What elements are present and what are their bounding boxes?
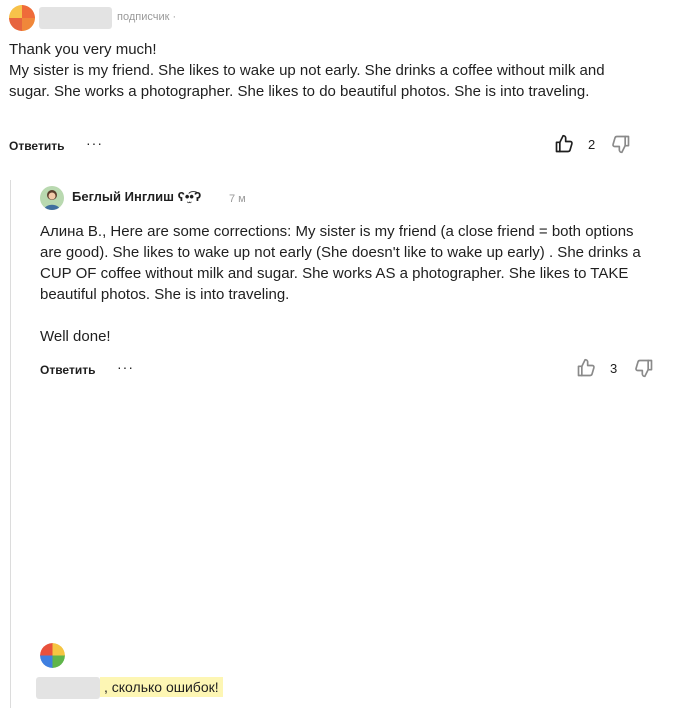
meta-separator: · xyxy=(172,11,177,23)
more-options-button[interactable]: ··· xyxy=(86,135,103,151)
author-role: подписчик xyxy=(117,11,170,23)
thumbs-up-icon xyxy=(555,134,573,153)
reply-button[interactable]: Ответить xyxy=(9,139,64,153)
avatar-logo-icon xyxy=(9,5,35,31)
thread-line xyxy=(10,180,11,708)
author-avatar xyxy=(40,186,64,210)
like-count: 3 xyxy=(610,361,618,376)
dislike-button[interactable] xyxy=(633,357,655,379)
like-button[interactable] xyxy=(575,357,597,379)
more-options-button[interactable]: ··· xyxy=(117,359,134,375)
comment-time: 7 м xyxy=(229,193,246,205)
reply-text: Алина В., Here are some corrections: My … xyxy=(40,223,641,345)
comment-text: Thank you very much! My sister is my fri… xyxy=(9,41,605,100)
author-name[interactable]: Беглый Инглиш ʕ•̫͡•ʔ xyxy=(72,189,201,204)
redacted-author-name xyxy=(39,7,112,29)
comment-meta: подписчик · xyxy=(117,11,176,23)
like-button[interactable] xyxy=(553,133,575,155)
comment-input-text[interactable]: , сколько ошибок! xyxy=(100,677,223,697)
user-avatar-icon xyxy=(40,643,65,668)
reply-button[interactable]: Ответить xyxy=(40,363,95,377)
thumbs-down-icon xyxy=(612,135,630,154)
dislike-button[interactable] xyxy=(610,133,632,155)
thumbs-up-icon xyxy=(577,358,595,377)
thumbs-down-icon xyxy=(635,359,653,378)
redacted-mention xyxy=(36,677,100,699)
like-count: 2 xyxy=(588,137,596,152)
